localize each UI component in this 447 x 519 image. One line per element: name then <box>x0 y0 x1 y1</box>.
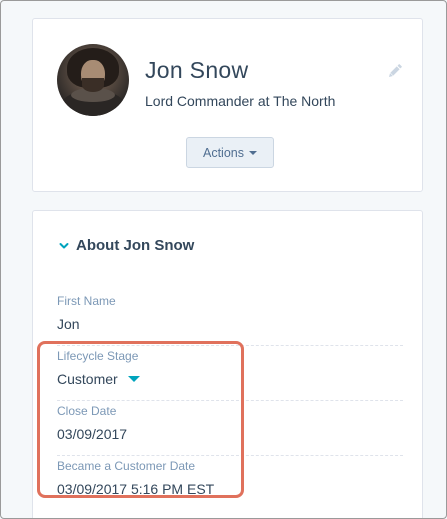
divider <box>57 400 403 401</box>
about-card: About Jon Snow First Name Jon Lifecycle … <box>32 210 423 518</box>
caret-down-icon <box>249 150 257 155</box>
field-label: Became a Customer Date <box>57 459 196 473</box>
divider <box>57 455 403 456</box>
contact-name: Jon Snow <box>145 57 249 83</box>
about-section-title: About Jon Snow <box>76 237 195 254</box>
pencil-icon[interactable] <box>386 62 404 80</box>
about-section-toggle[interactable]: About Jon Snow <box>59 237 194 254</box>
field-label: Lifecycle Stage <box>57 349 139 363</box>
avatar-beard <box>82 78 104 92</box>
chevron-down-icon <box>59 242 69 248</box>
field-close-date[interactable]: Close Date 03/09/2017 <box>57 404 403 456</box>
contact-subtitle: Lord Commander at The North <box>145 93 336 109</box>
field-value[interactable]: 03/09/2017 5:16 PM EST <box>57 481 403 497</box>
lifecycle-stage-dropdown[interactable]: Customer <box>57 371 403 387</box>
field-lifecycle-stage[interactable]: Lifecycle Stage Customer <box>57 349 403 401</box>
profile-card: Jon Snow Lord Commander at The North Act… <box>32 18 423 192</box>
field-became-customer-date[interactable]: Became a Customer Date 03/09/2017 5:16 P… <box>57 459 403 497</box>
actions-button-label: Actions <box>203 145 244 160</box>
caret-down-icon <box>127 376 140 382</box>
field-first-name[interactable]: First Name Jon <box>57 294 403 346</box>
avatar <box>57 44 129 116</box>
field-label: Close Date <box>57 404 117 418</box>
window-frame: Jon Snow Lord Commander at The North Act… <box>0 0 447 519</box>
actions-button[interactable]: Actions <box>186 137 274 168</box>
field-value[interactable]: 03/09/2017 <box>57 426 403 442</box>
field-label: First Name <box>57 294 116 308</box>
divider <box>57 345 403 346</box>
field-value[interactable]: Jon <box>57 316 403 332</box>
lifecycle-stage-value: Customer <box>57 371 118 387</box>
